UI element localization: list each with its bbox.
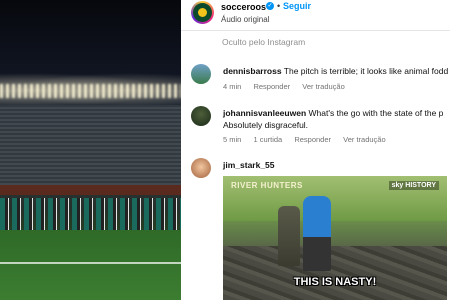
comment-username[interactable]: jim_stark_55: [223, 160, 275, 170]
translate-button[interactable]: Ver tradução: [302, 82, 345, 91]
video-mud: [223, 246, 447, 300]
commenter-avatar[interactable]: [191, 106, 211, 126]
comment-body: The pitch is terrible; it looks like ani…: [283, 66, 449, 76]
pitch-grass: [0, 230, 181, 300]
stadium-crowd: [0, 105, 181, 195]
post-header: socceroos ✓ • Seguir Áudio original: [181, 0, 450, 30]
ad-boards: [0, 185, 181, 195]
verified-badge-icon: ✓: [266, 2, 274, 10]
comment-meta: 4 min Responder Ver tradução: [223, 82, 355, 91]
comment-username[interactable]: dennisbarross: [223, 66, 282, 76]
reply-button[interactable]: Responder: [253, 82, 290, 91]
audio-label[interactable]: Áudio original: [221, 15, 269, 24]
video-caption: THIS IS NASTY!: [293, 276, 377, 288]
comment-gif-video[interactable]: RIVER HUNTERS sky HISTORY THIS IS NASTY!: [223, 176, 447, 300]
comment-text: jim_stark_55: [223, 159, 275, 171]
follow-button[interactable]: Seguir: [283, 1, 311, 11]
channel-logo: sky HISTORY: [388, 181, 439, 190]
comment-time: 5 min: [223, 135, 242, 144]
reply-button[interactable]: Responder: [294, 135, 331, 144]
comment-body: What's the go with the state of the p: [308, 108, 444, 118]
account-username[interactable]: socceroos: [221, 2, 266, 12]
show-logo: RIVER HUNTERS: [231, 181, 303, 190]
comment-time: 4 min: [223, 82, 242, 91]
comment-text: johannisvanleeuwen What's the go with th…: [223, 107, 443, 119]
commenter-avatar[interactable]: [191, 64, 211, 84]
commenter-avatar[interactable]: [191, 158, 211, 178]
comment-text: dennisbarross The pitch is terrible; it …: [223, 65, 448, 77]
hidden-comments-note: Oculto pelo Instagram: [222, 37, 306, 47]
floodlights: [0, 84, 181, 98]
comment-meta: 5 min 1 curtida Responder Ver tradução: [223, 135, 396, 144]
translate-button[interactable]: Ver tradução: [343, 135, 386, 144]
comment-username[interactable]: johannisvanleeuwen: [223, 108, 306, 118]
post-media-stadium-image: [0, 0, 181, 300]
comment-body-continued: Absolutely disgraceful.: [223, 120, 309, 130]
comments-panel: socceroos ✓ • Seguir Áudio original Ocul…: [181, 0, 450, 300]
comment-likes[interactable]: 1 curtida: [253, 135, 282, 144]
video-person-blue: [303, 196, 331, 271]
pitch-line: [0, 262, 181, 264]
separator-dot: •: [277, 1, 281, 11]
header-divider: [181, 30, 450, 31]
video-person-left: [278, 206, 300, 266]
account-avatar[interactable]: [191, 1, 214, 24]
